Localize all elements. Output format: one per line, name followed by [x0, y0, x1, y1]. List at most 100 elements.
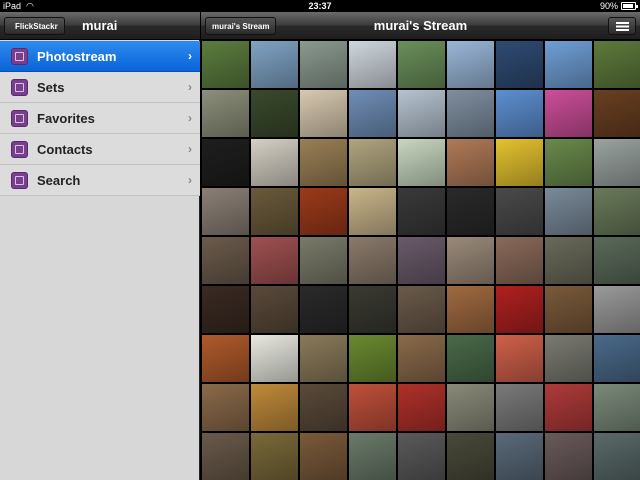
photo-thumbnail[interactable]: [545, 139, 592, 186]
photo-thumbnail[interactable]: [496, 384, 543, 431]
photo-thumbnail[interactable]: [202, 237, 249, 284]
photo-thumbnail[interactable]: [349, 188, 396, 235]
photo-thumbnail[interactable]: [447, 384, 494, 431]
menu-item-search[interactable]: Search ›: [0, 165, 200, 196]
photo-thumbnail[interactable]: [300, 188, 347, 235]
photo-thumbnail[interactable]: [202, 188, 249, 235]
photo-thumbnail[interactable]: [496, 335, 543, 382]
photo-thumbnail[interactable]: [251, 433, 298, 480]
photo-thumbnail[interactable]: [545, 188, 592, 235]
photo-thumbnail[interactable]: [202, 335, 249, 382]
photo-thumbnail[interactable]: [349, 286, 396, 333]
photo-thumbnail[interactable]: [398, 139, 445, 186]
contacts-icon: [11, 141, 28, 158]
photo-thumbnail[interactable]: [496, 139, 543, 186]
photo-thumbnail[interactable]: [594, 90, 640, 137]
photo-thumbnail[interactable]: [251, 188, 298, 235]
photo-thumbnail[interactable]: [300, 335, 347, 382]
menu-item-favorites[interactable]: Favorites ›: [0, 103, 200, 134]
photo-thumbnail[interactable]: [496, 41, 543, 88]
photo-thumbnail[interactable]: [300, 139, 347, 186]
chevron-right-icon: ›: [188, 111, 192, 125]
photo-thumbnail[interactable]: [202, 139, 249, 186]
photo-thumbnail[interactable]: [398, 384, 445, 431]
photo-thumbnail[interactable]: [594, 188, 640, 235]
photo-thumbnail[interactable]: [202, 384, 249, 431]
photo-thumbnail[interactable]: [447, 335, 494, 382]
photo-thumbnail[interactable]: [398, 433, 445, 480]
photo-thumbnail[interactable]: [594, 335, 640, 382]
photo-thumbnail[interactable]: [545, 237, 592, 284]
photo-thumbnail[interactable]: [349, 237, 396, 284]
photo-thumbnail[interactable]: [398, 188, 445, 235]
photo-thumbnail[interactable]: [251, 139, 298, 186]
photo-thumbnail[interactable]: [447, 139, 494, 186]
photo-thumbnail[interactable]: [447, 433, 494, 480]
photo-thumbnail[interactable]: [251, 41, 298, 88]
photo-thumbnail[interactable]: [496, 433, 543, 480]
photo-thumbnail[interactable]: [594, 237, 640, 284]
photo-thumbnail[interactable]: [300, 237, 347, 284]
photo-thumbnail[interactable]: [447, 237, 494, 284]
photo-thumbnail[interactable]: [496, 90, 543, 137]
photo-thumbnail[interactable]: [398, 237, 445, 284]
search-icon: [11, 172, 28, 189]
photo-thumbnail[interactable]: [300, 41, 347, 88]
photo-thumbnail[interactable]: [251, 335, 298, 382]
list-view-icon: [616, 22, 629, 31]
photo-thumbnail[interactable]: [447, 90, 494, 137]
photo-thumbnail[interactable]: [300, 286, 347, 333]
photo-thumbnail[interactable]: [594, 139, 640, 186]
clock: 23:37: [308, 1, 332, 11]
photo-thumbnail[interactable]: [447, 41, 494, 88]
photo-thumbnail[interactable]: [496, 286, 543, 333]
master-pane: FlickStackr murai Photostream › Sets › F…: [0, 12, 200, 480]
photo-thumbnail[interactable]: [398, 41, 445, 88]
photo-thumbnail[interactable]: [251, 90, 298, 137]
photo-thumbnail[interactable]: [545, 335, 592, 382]
photo-thumbnail[interactable]: [202, 90, 249, 137]
photo-thumbnail[interactable]: [251, 286, 298, 333]
list-view-button[interactable]: [608, 17, 636, 35]
detail-pane: murai's Stream murai's Stream: [201, 12, 640, 480]
photo-thumbnail[interactable]: [202, 41, 249, 88]
photo-thumbnail[interactable]: [251, 384, 298, 431]
menu-item-photostream[interactable]: Photostream ›: [0, 41, 200, 72]
photo-thumbnail[interactable]: [594, 286, 640, 333]
photo-thumbnail[interactable]: [349, 90, 396, 137]
photo-thumbnail[interactable]: [349, 335, 396, 382]
photo-thumbnail[interactable]: [251, 237, 298, 284]
photo-thumbnail[interactable]: [300, 384, 347, 431]
photo-thumbnail[interactable]: [349, 41, 396, 88]
photo-thumbnail[interactable]: [447, 188, 494, 235]
photo-thumbnail[interactable]: [594, 433, 640, 480]
photo-thumbnail[interactable]: [496, 188, 543, 235]
photo-thumbnail[interactable]: [447, 286, 494, 333]
favorites-icon: [11, 110, 28, 127]
photo-thumbnail[interactable]: [202, 286, 249, 333]
photo-thumbnail[interactable]: [594, 41, 640, 88]
photo-thumbnail[interactable]: [349, 433, 396, 480]
battery-icon: [621, 2, 638, 10]
photo-thumbnail[interactable]: [349, 384, 396, 431]
photo-thumbnail[interactable]: [545, 433, 592, 480]
left-nav-title: murai: [82, 18, 118, 33]
photo-thumbnail[interactable]: [349, 139, 396, 186]
menu-item-sets[interactable]: Sets ›: [0, 72, 200, 103]
photo-thumbnail[interactable]: [545, 384, 592, 431]
stream-button[interactable]: murai's Stream: [205, 17, 277, 35]
photo-thumbnail[interactable]: [398, 335, 445, 382]
photo-thumbnail[interactable]: [545, 41, 592, 88]
photo-thumbnail[interactable]: [202, 433, 249, 480]
photo-thumbnail[interactable]: [300, 90, 347, 137]
photo-thumbnail[interactable]: [300, 433, 347, 480]
menu-item-contacts[interactable]: Contacts ›: [0, 134, 200, 165]
photo-thumbnail[interactable]: [545, 90, 592, 137]
photo-thumbnail[interactable]: [496, 237, 543, 284]
photo-thumbnail[interactable]: [398, 90, 445, 137]
menu-item-label: Search: [37, 173, 81, 188]
back-button[interactable]: FlickStackr: [4, 17, 65, 35]
photo-thumbnail[interactable]: [594, 384, 640, 431]
photo-thumbnail[interactable]: [398, 286, 445, 333]
photo-thumbnail[interactable]: [545, 286, 592, 333]
